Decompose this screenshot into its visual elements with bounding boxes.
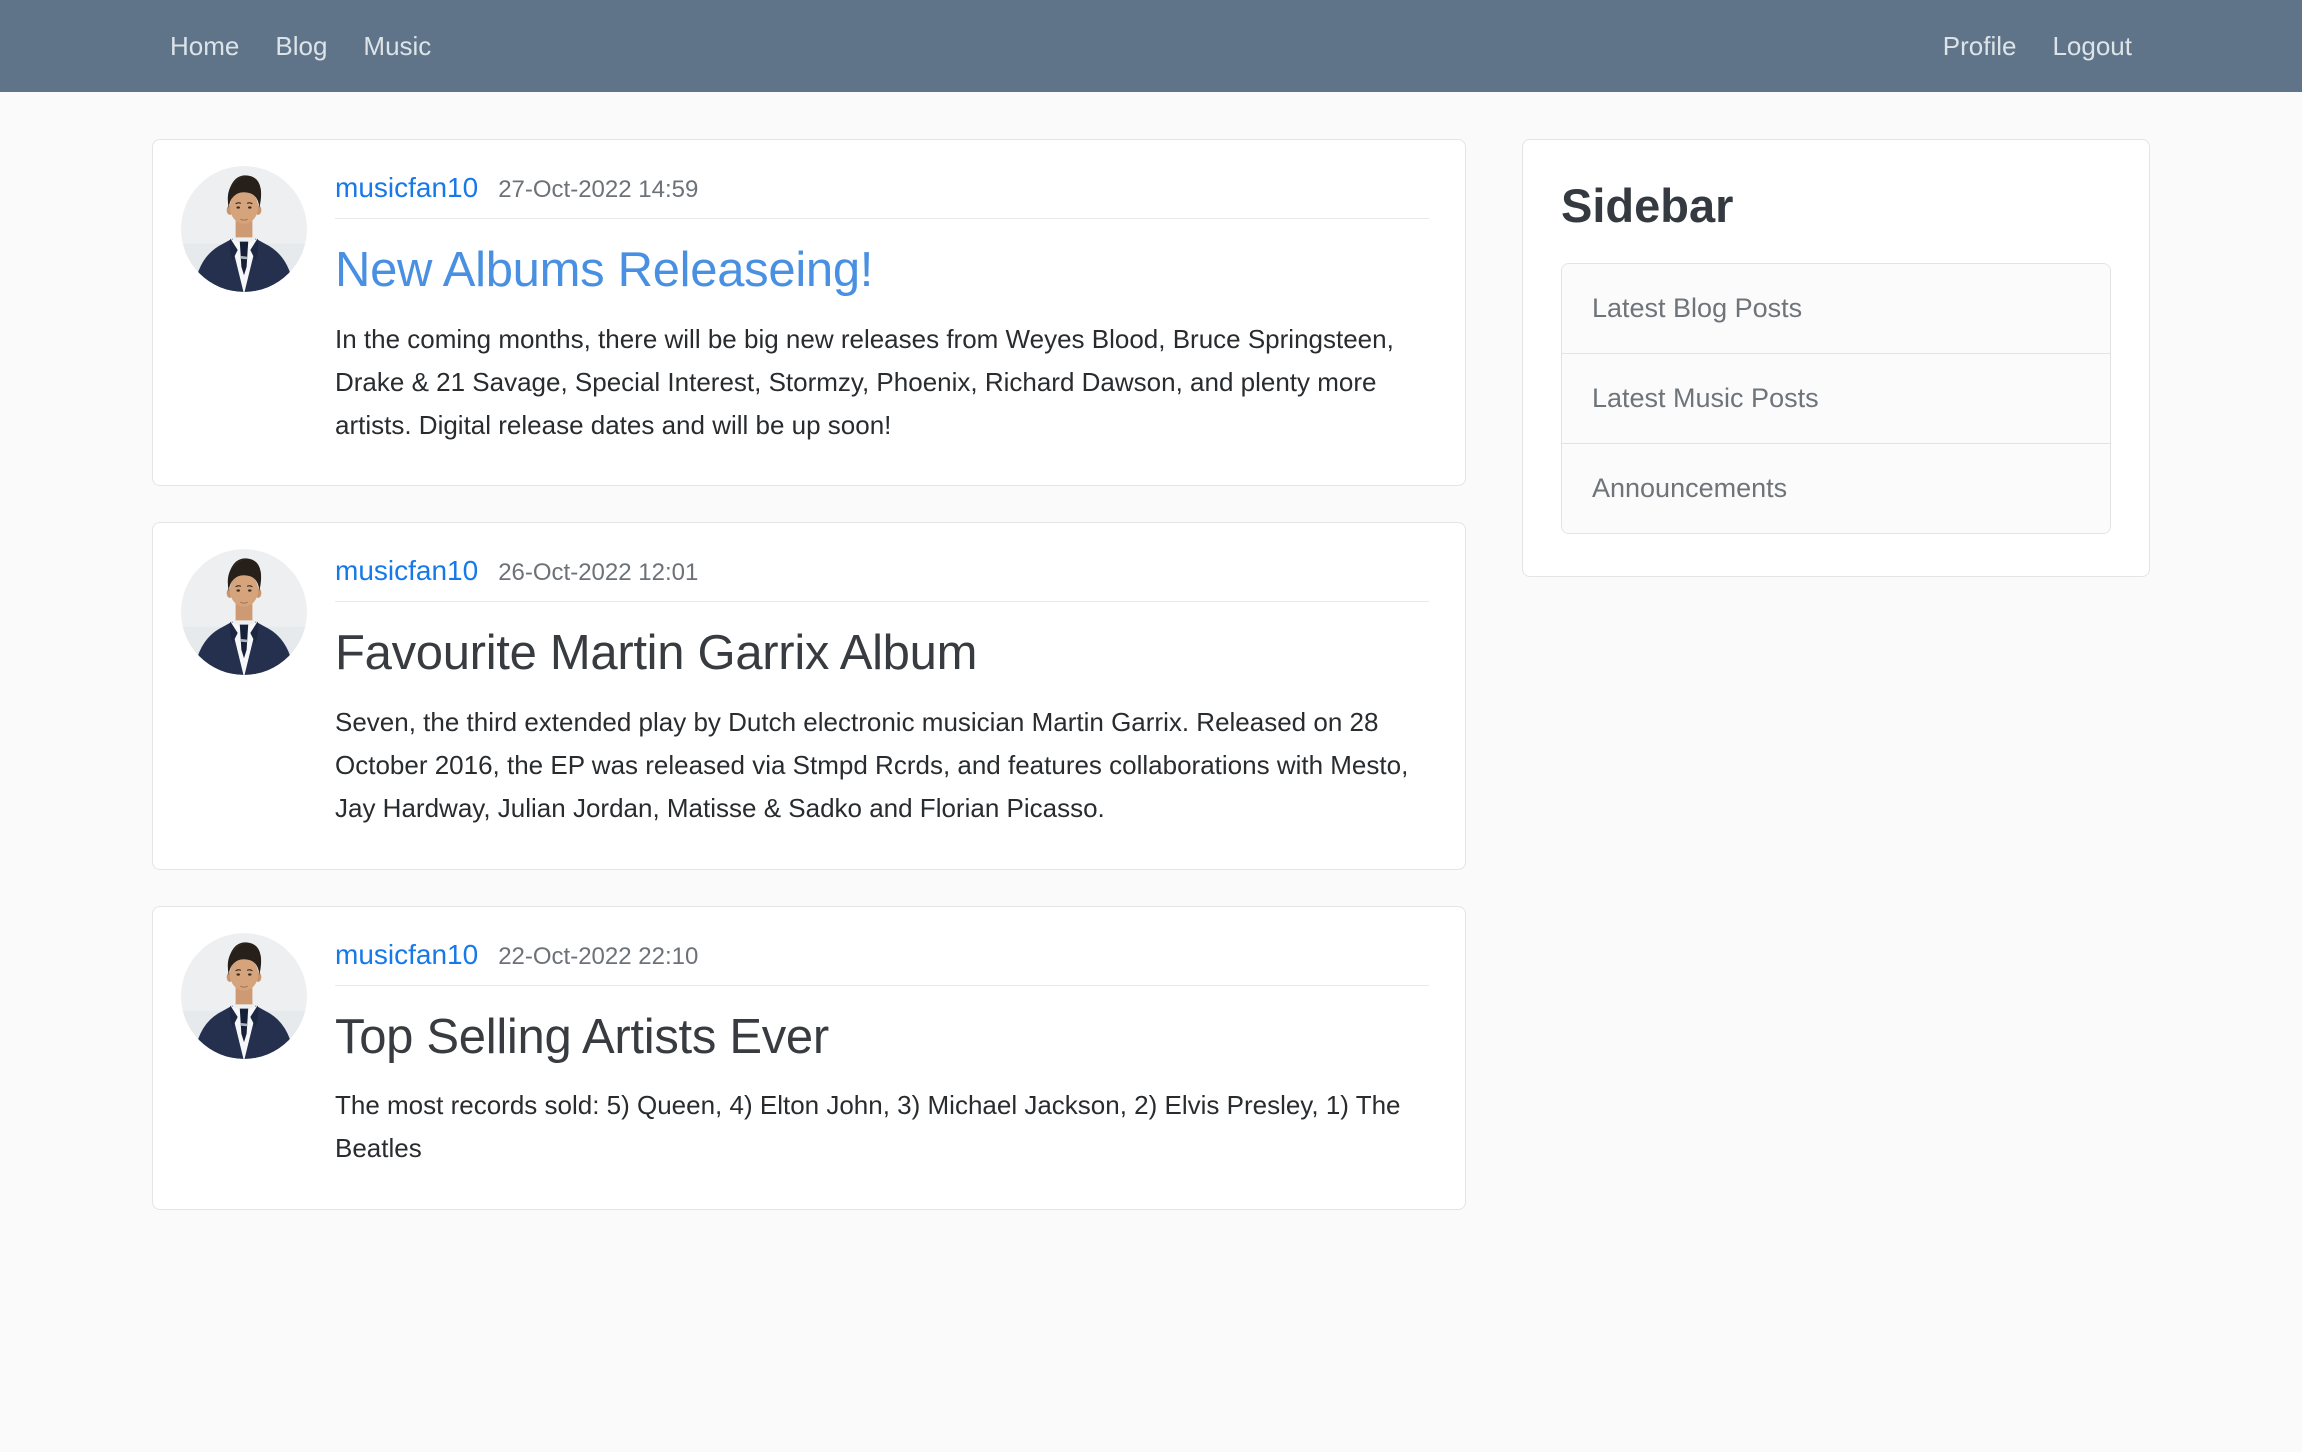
navbar: Home Blog Music Profile Logout (0, 0, 2302, 92)
navbar-container: Home Blog Music Profile Logout (136, 0, 2166, 92)
post-card: musicfan10 22-Oct-2022 22:10 Top Selling… (152, 905, 1466, 1210)
post-timestamp: 27-Oct-2022 14:59 (498, 176, 699, 203)
nav-link-home[interactable]: Home (152, 21, 257, 72)
nav-link-profile[interactable]: Profile (1925, 21, 2035, 72)
nav-left-group: Home Blog Music (152, 21, 449, 72)
post-card: musicfan10 27-Oct-2022 14:59 New Albums … (152, 139, 1466, 487)
post-body: In the coming months, there will be big … (335, 323, 1394, 441)
post-header: musicfan10 22-Oct-2022 22:10 (335, 933, 1429, 986)
post-body: The most records sold: 5) Queen, 4) Elto… (335, 1090, 1401, 1164)
username-link[interactable]: musicfan10 (335, 555, 478, 587)
post-title-link[interactable]: New Albums Releaseing! (335, 243, 873, 297)
post-card: musicfan10 26-Oct-2022 12:01 Favourite M… (152, 522, 1466, 870)
post-content: musicfan10 27-Oct-2022 14:59 New Albums … (335, 166, 1435, 447)
post-body: Seven, the third extended play by Dutch … (335, 707, 1409, 824)
sidebar-item-latest-blog-posts[interactable]: Latest Blog Posts (1562, 264, 2110, 354)
post-title[interactable]: Favourite Martin Garrix Album (335, 624, 1429, 683)
post-header: musicfan10 27-Oct-2022 14:59 (335, 166, 1429, 219)
avatar (181, 166, 307, 292)
post-content: musicfan10 26-Oct-2022 12:01 Favourite M… (335, 549, 1435, 830)
avatar (181, 932, 307, 1059)
sidebar: Sidebar Latest Blog Posts Latest Music P… (1522, 139, 2150, 577)
post-title: New Albums Releaseing! (335, 241, 1429, 300)
post-title[interactable]: Top Selling Artists Ever (335, 1008, 1429, 1067)
sidebar-item-announcements[interactable]: Announcements (1562, 444, 2110, 533)
post-content: musicfan10 22-Oct-2022 22:10 Top Selling… (335, 933, 1435, 1171)
page-container: musicfan10 27-Oct-2022 14:59 New Albums … (136, 92, 2166, 1306)
avatar (181, 549, 307, 676)
sidebar-title: Sidebar (1561, 179, 1734, 232)
nav-link-logout[interactable]: Logout (2034, 21, 2150, 72)
post-timestamp: 22-Oct-2022 22:10 (498, 942, 699, 970)
post-timestamp: 26-Oct-2022 12:01 (498, 559, 699, 587)
sidebar-card: Sidebar Latest Blog Posts Latest Music P… (1522, 139, 2150, 577)
post-header: musicfan10 26-Oct-2022 12:01 (335, 549, 1429, 603)
sidebar-item-latest-music-posts[interactable]: Latest Music Posts (1562, 354, 2110, 444)
nav-link-music[interactable]: Music (345, 21, 449, 72)
sidebar-list: Latest Blog Posts Latest Music Posts Ann… (1561, 263, 2111, 534)
username-link[interactable]: musicfan10 (335, 939, 478, 971)
nav-link-blog[interactable]: Blog (257, 21, 345, 72)
post-feed: musicfan10 27-Oct-2022 14:59 New Albums … (152, 139, 1466, 1246)
username-link[interactable]: musicfan10 (335, 172, 478, 204)
nav-right-group: Profile Logout (1925, 21, 2150, 72)
